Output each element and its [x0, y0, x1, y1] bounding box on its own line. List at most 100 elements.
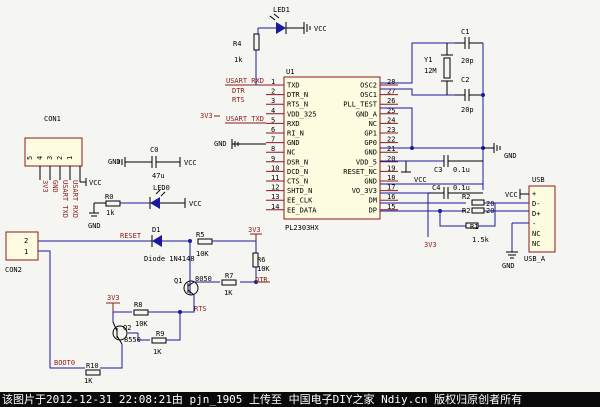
r2a-symbol — [471, 199, 485, 206]
u1-pin-name: CTS_N — [287, 178, 308, 186]
usb-pin-dplus: D+ — [532, 210, 540, 218]
con1-connector — [24, 137, 83, 167]
d1-label: D1 — [152, 226, 160, 234]
u1-pin-num: 13 — [271, 193, 279, 201]
r0-value: 1k — [106, 209, 115, 217]
r5-value: 10K — [196, 250, 209, 258]
r9-label: R9 — [156, 330, 164, 338]
c3-value: 0.1u — [453, 166, 470, 174]
led0-label: LED0 — [153, 184, 170, 192]
u1-pin-name: GP0 — [364, 139, 377, 147]
u1-pin-name: DSR_N — [287, 158, 308, 166]
con1-label: CON1 — [44, 115, 61, 123]
r8-symbol — [133, 309, 149, 316]
led0-symbol — [150, 197, 160, 209]
u1-pin-num: 21 — [387, 145, 395, 153]
y1-value: 12M — [424, 67, 437, 75]
u1-pin-name: GND — [287, 139, 300, 147]
r2b-symbol — [471, 207, 485, 214]
u1-pin-num: 12 — [271, 184, 279, 192]
u1-pin-name: OSC1 — [360, 91, 377, 99]
net-usart-rxd: USART RXD — [226, 77, 264, 85]
led1-label: LED1 — [273, 6, 290, 14]
net-gnd-usb: GND — [502, 262, 515, 270]
net-3v3-c4: 3V3 — [424, 241, 437, 249]
u1-pin-num: 26 — [387, 97, 395, 105]
u1-ref: U1 — [286, 68, 294, 76]
net-boot0: BOOT0 — [54, 359, 75, 367]
u1-pin-name: NC — [369, 120, 377, 128]
u1-pin-name: DCD_N — [287, 168, 308, 176]
net-rts-2: RTS — [194, 305, 207, 313]
usb-pin-nc2: NC — [532, 240, 540, 248]
u1-pin-name: GP1 — [364, 130, 377, 138]
net-3v3-q2: 3V3 — [107, 294, 120, 302]
r2b-label: R2 — [462, 207, 470, 215]
r1-label: R1 — [470, 223, 478, 231]
u1-pin-num: 15 — [387, 203, 395, 211]
net-dtr: DTR — [232, 87, 245, 95]
c2-value: 20p — [461, 106, 474, 114]
r8-value: 10K — [135, 320, 148, 328]
con2-pin-2: 2 — [24, 237, 28, 245]
c3-label: C3 — [434, 166, 442, 174]
net-3v3-vdd: 3V3 — [200, 112, 213, 120]
u1-pin-num: 6 — [271, 126, 275, 134]
net-3v3-r6: 3V3 — [248, 226, 261, 234]
con2-pin-1: 1 — [24, 248, 28, 256]
net-gnd-right: GND — [504, 152, 517, 160]
r10-label: R10 — [86, 362, 99, 370]
q1-label: Q1 — [174, 277, 182, 285]
c1-value: 20p — [461, 57, 474, 65]
usb-pin-plus: + — [532, 190, 536, 198]
svg-text:GND: GND — [51, 180, 59, 193]
svg-text:3: 3 — [46, 156, 54, 160]
r7-value: 1K — [224, 289, 233, 297]
u1-pin-name: VDD_5 — [356, 158, 377, 166]
u1-pin-num: 3 — [271, 97, 275, 105]
r2a-label: R2 — [462, 193, 470, 201]
svg-text:1: 1 — [66, 156, 74, 160]
u1-pin-num: 7 — [271, 136, 275, 144]
schematic-diagram: U1 PL2303HX 1 TXD 2 DTR_N 3 RTS_N 4 VDD_325 5 RXD… — [5, 6, 556, 385]
r9-value: 1K — [153, 348, 162, 356]
u1-pin-name: GND — [364, 149, 377, 157]
r5-label: R5 — [196, 231, 204, 239]
r10-symbol — [85, 369, 101, 376]
u1-pin-name: RI_N — [287, 130, 304, 138]
svg-text:4: 4 — [36, 156, 44, 160]
c4-label: C4 — [432, 184, 440, 192]
u1-pin-name: DM — [369, 197, 377, 205]
u1-pin-name: OSC2 — [360, 82, 377, 90]
r0-symbol — [105, 200, 121, 207]
con2-connector — [5, 231, 39, 261]
u1-pin-num: 28 — [387, 78, 395, 86]
con1-pins: 5 4 3 2 1 — [26, 156, 74, 160]
net-dtr-2: DTR — [255, 276, 268, 284]
u1-pin-num: 8 — [271, 145, 275, 153]
u1-pin-name: TXD — [287, 82, 300, 90]
led1-symbol — [276, 22, 286, 34]
u1-pin-num: 5 — [271, 116, 275, 124]
r9-symbol — [151, 337, 167, 344]
c4-value: 0.1u — [453, 184, 470, 192]
r7-label: R7 — [225, 272, 233, 280]
u1-pin-name: GND_A — [356, 110, 378, 118]
u1-pin-num: 10 — [271, 164, 279, 172]
u1-pin-num: 18 — [387, 174, 395, 182]
watermark-footer: 该图片于2012-12-31 22:08:21由 pjn_1905 上传至 中国… — [0, 392, 600, 407]
u1-pin-num: 1 — [271, 78, 275, 86]
u1-pin-name: RESET_NC — [343, 168, 377, 176]
u1-pin-num: 24 — [387, 116, 395, 124]
r7-symbol — [221, 279, 237, 286]
r5-symbol — [197, 238, 213, 245]
usb-pin-minus: - — [532, 220, 536, 228]
c2-label: C2 — [461, 76, 469, 84]
r4-symbol — [253, 33, 260, 51]
r1-value: 1.5k — [472, 236, 490, 244]
net-rts: RTS — [232, 96, 245, 104]
net-vcc-con1: VCC — [89, 179, 102, 187]
u1-pin-num: 9 — [271, 155, 275, 163]
u1-pin-name: RTS_N — [287, 101, 308, 109]
u1-pin-name: RXD — [287, 120, 300, 128]
